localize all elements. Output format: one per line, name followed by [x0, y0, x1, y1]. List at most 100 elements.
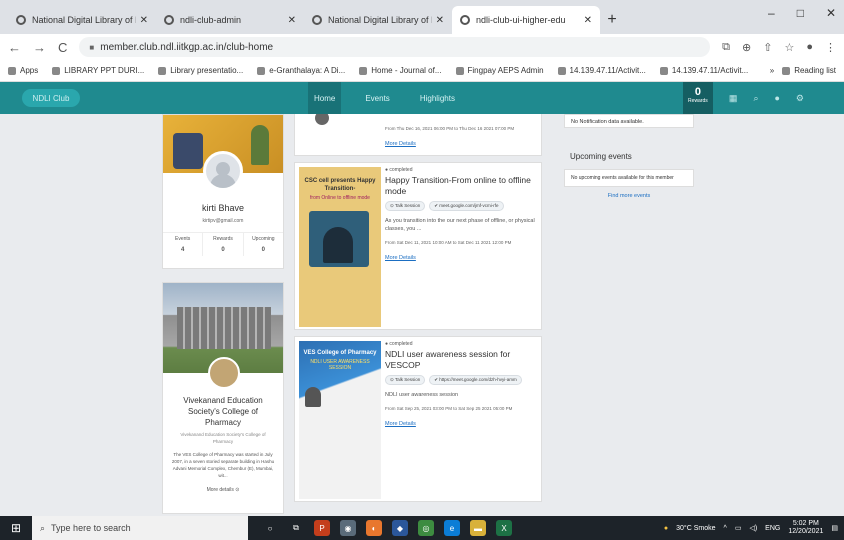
app-icon[interactable]: ◉ — [340, 520, 356, 536]
stat-upcoming[interactable]: Upcoming 0 — [244, 233, 283, 256]
browser-tab[interactable]: ndli-club-admin ✕ — [156, 6, 304, 34]
network-icon[interactable]: ▭ — [735, 524, 742, 532]
reading-list-icon — [782, 66, 791, 75]
close-icon[interactable]: ✕ — [436, 15, 444, 26]
notification-box: No Notification data available. — [564, 114, 694, 128]
zoom-icon[interactable]: ⊕ — [742, 41, 751, 54]
profile-email: kirtipv@gmail.com — [202, 218, 244, 224]
back-button[interactable]: ← — [8, 40, 21, 55]
upcoming-events-box: No upcoming events available for this me… — [564, 169, 694, 187]
reading-list-button[interactable]: Reading list — [782, 66, 836, 75]
edge-icon[interactable]: e — [444, 520, 460, 536]
event-more-details-link[interactable]: More Details — [385, 141, 416, 147]
close-window-button[interactable]: ✕ — [826, 6, 836, 20]
event-body: ● completed NDLI user awareness session … — [385, 341, 535, 430]
browser-tab[interactable]: National Digital Library of India ✕ — [8, 6, 156, 34]
ndli-club-logo[interactable]: NDLI Club — [22, 89, 80, 107]
event-card: CSC cell presents Happy Transition- from… — [294, 162, 542, 330]
event-chips: ⊙ Talk Session ✔ https://meet.google.com… — [385, 375, 535, 385]
search-icon[interactable]: ⌕ — [753, 93, 758, 104]
event-more-details-link[interactable]: More Details — [385, 421, 416, 427]
close-icon[interactable]: ✕ — [584, 15, 592, 26]
user-icon[interactable]: ● — [774, 93, 779, 103]
language-indicator[interactable]: ENG — [765, 525, 780, 532]
address-bar-icons: ⧉ ⊕ ⇧ ☆ ● ⋮ — [722, 41, 836, 54]
profile-stats: Events 4 Rewards 0 Upcoming 0 — [163, 232, 283, 256]
event-link-chip[interactable]: ✔ meet.google.com/jmf-vcmi-rfe — [429, 201, 504, 211]
bookmark-item[interactable]: 14.139.47.11/Activit... — [557, 66, 646, 75]
browser-tab-active[interactable]: ndli-club-ui-higher-edu ✕ — [452, 6, 600, 34]
install-icon[interactable]: ⧉ — [722, 41, 730, 54]
forward-button[interactable]: → — [33, 40, 46, 55]
app-icon[interactable]: ◆ — [392, 520, 408, 536]
powerpoint-icon[interactable]: P — [314, 520, 330, 536]
firefox-icon[interactable]: ◐ — [366, 520, 382, 536]
notifications-icon[interactable]: ▤ — [831, 524, 838, 532]
event-time: From Sat Dec 11, 2021 10:00 AM to Sat De… — [385, 240, 512, 245]
minimize-button[interactable]: – — [768, 6, 775, 20]
nav-events[interactable]: Events — [359, 82, 395, 114]
event-poster[interactable]: CSC cell presents Happy Transition- from… — [299, 167, 381, 327]
url-field[interactable]: ■ member.club.ndl.iitkgp.ac.in/club-home — [79, 37, 711, 57]
maximize-button[interactable]: □ — [797, 6, 804, 20]
nav-highlights[interactable]: Highlights — [414, 82, 461, 114]
profile-icon[interactable]: ● — [806, 41, 813, 54]
new-tab-button[interactable]: + — [600, 6, 624, 34]
weather-text[interactable]: 30°C Smoke — [676, 525, 715, 532]
grid-icon[interactable]: ▦ — [729, 93, 738, 104]
stat-events[interactable]: Events 4 — [163, 233, 204, 256]
header-right: 0 Rewards ▦ ⌕ ● ⚙ — [682, 82, 804, 114]
cortana-icon[interactable]: ○ — [262, 520, 278, 536]
profile-card: kirti Bhave kirtipv@gmail.com Events 4 Re… — [162, 114, 284, 269]
close-icon[interactable]: ✕ — [140, 15, 148, 26]
bookmark-item[interactable]: LIBRARY PPT DURI... — [52, 66, 144, 75]
ndl-favicon-icon — [312, 15, 322, 25]
college-name: Vivekanand Education Society's College o… — [183, 396, 263, 427]
stat-rewards[interactable]: Rewards 0 — [203, 233, 244, 256]
bookmark-item[interactable]: e-Granthalaya: A Di... — [257, 66, 345, 75]
event-poster[interactable]: VES College of Pharmacy NDLI USER AWAREN… — [299, 341, 381, 499]
bookmarks-right: » Reading list — [770, 66, 836, 75]
event-body: ● completed Happy Transition-From online… — [385, 167, 535, 264]
menu-icon[interactable]: ⋮ — [825, 41, 836, 54]
volume-icon[interactable]: ◁) — [749, 524, 757, 532]
rewards-counter[interactable]: 0 Rewards — [682, 82, 713, 114]
ndl-favicon-icon — [164, 15, 174, 25]
excel-icon[interactable]: X — [496, 520, 512, 536]
event-link-chip[interactable]: ✔ https://meet.google.com/dzh-hvyi-amm — [429, 375, 522, 385]
share-icon[interactable]: ⇧ — [763, 41, 772, 54]
event-description: NDLI user awareness session — [385, 392, 459, 398]
event-body: From Thu Dec 16, 2021 06:00 PM to Thu De… — [385, 119, 535, 150]
chrome-icon[interactable]: ◎ — [418, 520, 434, 536]
browser-tab[interactable]: National Digital Library of India ✕ — [304, 6, 452, 34]
event-more-details-link[interactable]: More Details — [385, 255, 416, 261]
bookmark-icon — [659, 66, 668, 75]
bookmark-item[interactable]: 14.139.47.11/Activit... — [659, 66, 748, 75]
taskbar-search-input[interactable]: ⌕ Type here to search — [32, 516, 248, 540]
windows-start-icon[interactable]: ⊞ — [0, 516, 32, 540]
find-more-events-link[interactable]: Find more events — [564, 193, 694, 199]
settings-icon[interactable]: ⚙ — [796, 93, 804, 104]
event-title: Happy Transition-From online to offline … — [385, 175, 531, 196]
reload-button[interactable]: C — [58, 40, 67, 55]
site-nav: Home Events Highlights — [308, 82, 461, 114]
close-icon[interactable]: ✕ — [288, 15, 296, 26]
star-icon[interactable]: ☆ — [784, 41, 794, 54]
college-subtitle: Vivekanand Education Society's College o… — [180, 432, 266, 444]
task-view-icon[interactable]: ⧉ — [288, 520, 304, 536]
taskbar-apps: ○ ⧉ P ◉ ◐ ◆ ◎ e ▬ X — [262, 520, 512, 536]
bookmarks-overflow-button[interactable]: » — [770, 66, 774, 75]
event-card: From Thu Dec 16, 2021 06:00 PM to Thu De… — [294, 114, 542, 156]
file-explorer-icon[interactable]: ▬ — [470, 520, 486, 536]
tray-chevron-icon[interactable]: ^ — [724, 525, 727, 532]
bookmark-item[interactable]: Fingpay AEPS Admin — [455, 66, 544, 75]
bookmark-apps[interactable]: Apps — [8, 66, 38, 75]
clock[interactable]: 5:02 PM 12/20/2021 — [788, 520, 823, 536]
nav-home[interactable]: Home — [308, 82, 342, 114]
bookmark-item[interactable]: Library presentatio... — [158, 66, 243, 75]
window-controls: – □ ✕ — [768, 6, 836, 20]
avatar[interactable] — [203, 151, 243, 191]
bookmark-item[interactable]: Home - Journal of... — [359, 66, 442, 75]
college-more-details-link[interactable]: More details ⊙ — [163, 487, 283, 493]
event-status: ● completed — [385, 341, 413, 347]
